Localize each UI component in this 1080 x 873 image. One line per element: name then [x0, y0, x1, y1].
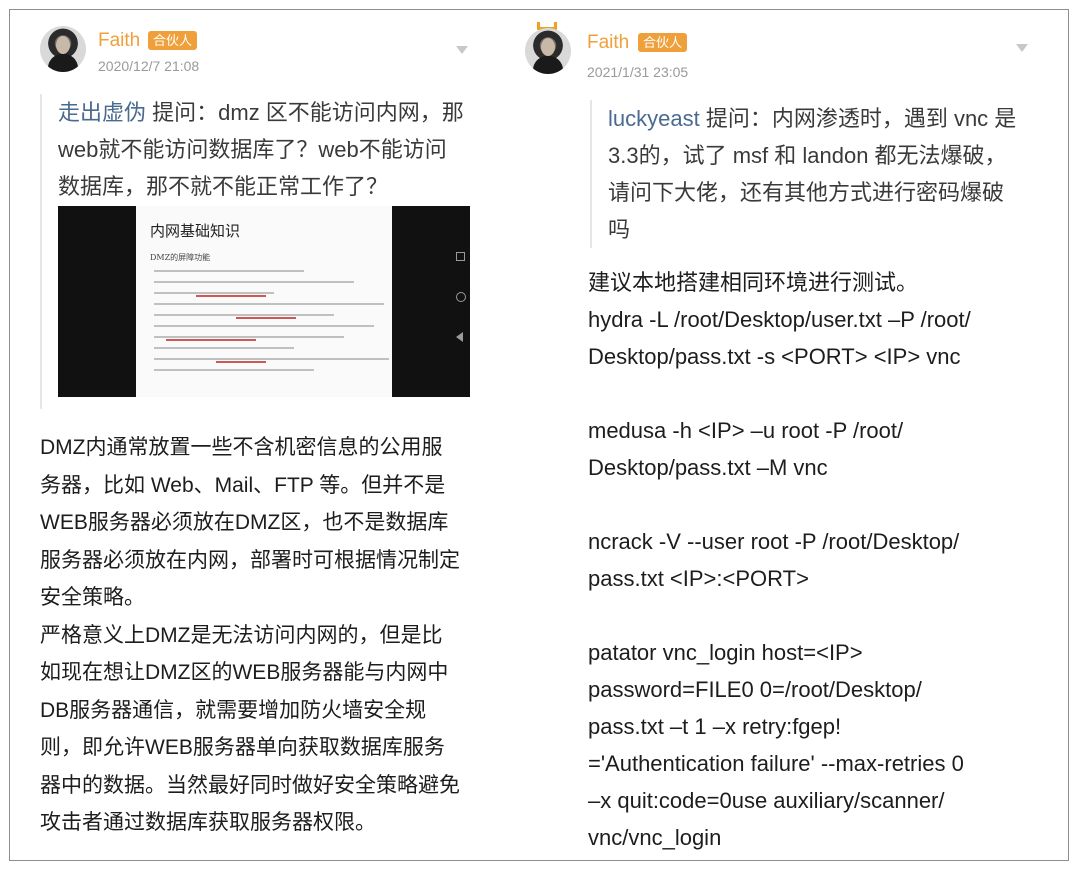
post-date: 2020/12/7 21:08: [98, 58, 200, 74]
answer-text: 建议本地搭建相同环境进行测试。 hydra -L /root/Desktop/u…: [588, 270, 971, 850]
right-post: Faith 合伙人 2021/1/31 23:05 luckyeast 提问：内…: [522, 10, 1057, 860]
screenshot-image[interactable]: 内网基础知识 DMZ的屏障功能: [136, 206, 392, 397]
avatar[interactable]: [525, 28, 571, 74]
chevron-down-icon[interactable]: [1016, 44, 1028, 52]
square-icon: [456, 252, 465, 261]
asker-name[interactable]: luckyeast: [608, 106, 700, 131]
back-icon: [456, 332, 463, 342]
asker-name[interactable]: 走出虚伪: [58, 100, 146, 125]
left-post: Faith 合伙人 2020/12/7 21:08 走出虚伪 提问：dmz 区不…: [28, 10, 498, 860]
chevron-down-icon[interactable]: [456, 46, 468, 54]
username[interactable]: Faith: [587, 32, 629, 54]
image-title: 内网基础知识: [150, 222, 241, 240]
image-subtitle: DMZ的屏障功能: [150, 253, 211, 262]
partner-badge: 合伙人: [148, 31, 198, 50]
image-black-bar-right: [392, 206, 470, 397]
avatar[interactable]: [40, 26, 86, 72]
question-quote: luckyeast 提问：内网渗透时，遇到 vnc 是 3.3的，试了 msf …: [590, 100, 1018, 248]
username[interactable]: Faith: [98, 30, 140, 52]
partner-badge: 合伙人: [638, 33, 688, 52]
screenshot-frame: Faith 合伙人 2020/12/7 21:08 走出虚伪 提问：dmz 区不…: [9, 9, 1069, 861]
answer-text: DMZ内通常放置一些不含机密信息的公用服务器，比如 Web、Mail、FTP 等…: [40, 436, 460, 834]
circle-icon: [456, 292, 466, 302]
post-date: 2021/1/31 23:05: [587, 64, 689, 80]
image-black-bar-left: [58, 206, 136, 397]
